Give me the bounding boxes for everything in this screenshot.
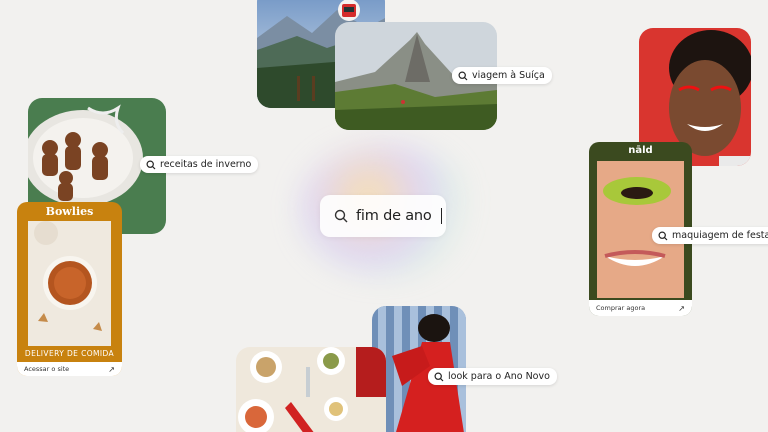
nald-footer[interactable]: Comprar agora ↗ (589, 300, 692, 316)
main-search-box[interactable]: fim de ano (320, 195, 446, 237)
search-suggestion-switzerland[interactable]: viagem à Suíça (452, 67, 552, 84)
nald-brand-name: nāld (628, 145, 653, 156)
suggestion-label: maquiagem de festa (672, 230, 768, 241)
search-icon (146, 159, 156, 169)
dinner-table-image[interactable] (236, 347, 386, 432)
text-caret (440, 208, 442, 224)
bowlies-footer[interactable]: Acessar o site ↗ (17, 362, 122, 376)
nald-cta-link[interactable]: Comprar agora (596, 304, 645, 312)
search-icon (334, 209, 348, 223)
bowlies-ad-card[interactable]: Bowlies DELIVERY DE COMIDA Acessar o sit… (17, 202, 122, 376)
suggestion-label: receitas de inverno (160, 159, 252, 170)
bowlies-brand-name: Bowlies (45, 205, 94, 218)
search-query-text: fim de ano (356, 208, 432, 224)
search-suggestion-new-year-look[interactable]: look para o Ano Novo (428, 368, 557, 385)
search-suggestion-party-makeup[interactable]: maquiagem de festa (652, 227, 768, 244)
arrow-up-right-icon: ↗ (108, 364, 115, 374)
bowlies-tagline: DELIVERY DE COMIDA (24, 349, 115, 358)
search-icon (434, 371, 444, 381)
search-icon (458, 70, 468, 80)
search-ideas-canvas: viagem à Suíça receitas de inverno Bowli… (0, 0, 768, 432)
bowlies-product-image (28, 221, 111, 346)
search-icon (658, 230, 668, 240)
suggestion-label: look para o Ano Novo (448, 371, 550, 382)
suggestion-label: viagem à Suíça (472, 70, 545, 81)
search-suggestion-winter-recipes[interactable]: receitas de inverno (140, 156, 259, 173)
bowlies-cta-link[interactable]: Acessar o site (24, 365, 69, 373)
arrow-up-right-icon: ↗ (678, 303, 685, 313)
